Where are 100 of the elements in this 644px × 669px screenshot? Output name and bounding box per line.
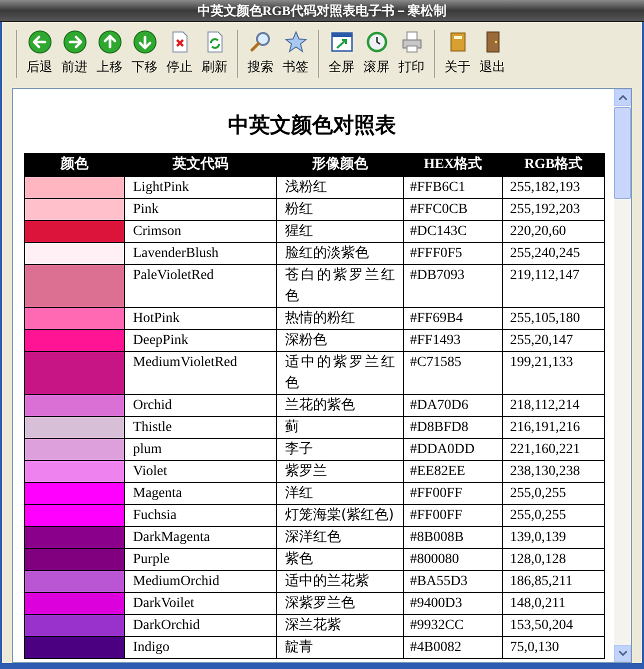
table-cell: #FF00FF	[404, 504, 502, 526]
table-cell: #BA55D3	[404, 570, 502, 592]
table-cell: 255,0,255	[502, 482, 604, 504]
column-header: RGB格式	[502, 153, 604, 176]
table-cell: PaleVioletRed	[124, 264, 276, 307]
toolbar-button[interactable]: 前进	[57, 30, 92, 77]
toolbar-button[interactable]: 书签	[278, 30, 313, 77]
column-header: 英文代码	[124, 153, 276, 176]
table-cell: LavenderBlush	[124, 242, 276, 264]
scroll-down-button[interactable]	[614, 645, 631, 662]
table-cell: 255,240,245	[502, 242, 604, 264]
toolbar-button[interactable]: 搜索	[243, 30, 278, 77]
window-title: 中英文颜色RGB代码对照表电子书－寒松制	[197, 2, 447, 20]
table-cell: 255,20,147	[502, 329, 604, 351]
table-cell: #C71585	[404, 351, 502, 394]
table-cell: #DDA0DD	[404, 438, 502, 460]
toolbar-button[interactable]: 后退	[22, 30, 57, 77]
star-icon	[284, 30, 308, 54]
table-cell: #FF69B4	[404, 307, 502, 329]
table-cell: 153,50,204	[502, 614, 604, 636]
table-cell: 热情的粉红	[276, 307, 404, 329]
table-cell: Crimson	[124, 220, 276, 242]
table-cell: 218,112,214	[502, 394, 604, 416]
table-cell: Fuchsia	[124, 504, 276, 526]
toolbar-button[interactable]: 刷新	[197, 30, 232, 77]
table-cell: DarkOrchid	[124, 614, 276, 636]
table-cell: Thistle	[124, 416, 276, 438]
column-header: 形像颜色	[276, 153, 404, 176]
column-header: 颜色	[24, 153, 124, 176]
table-cell: DeepPink	[124, 329, 276, 351]
column-header: HEX格式	[404, 153, 502, 176]
table-cell: 128,0,128	[502, 548, 604, 570]
table-cell: 粉红	[276, 198, 404, 220]
table-cell: LightPink	[124, 176, 276, 198]
table-cell: #9932CC	[404, 614, 502, 636]
table-cell: 139,0,139	[502, 526, 604, 548]
table-cell: #FFC0CB	[404, 198, 502, 220]
table-cell: 紫色	[276, 548, 404, 570]
toolbar-button[interactable]: 下移	[127, 30, 162, 77]
table-cell: DarkMagenta	[124, 526, 276, 548]
table-cell: 255,192,203	[502, 198, 604, 220]
table-cell: 兰花的紫色	[276, 394, 404, 416]
scroll-thumb[interactable]	[614, 107, 631, 199]
table-cell: 苍白的紫罗兰红色	[276, 264, 404, 307]
table-cell: #DC143C	[404, 220, 502, 242]
table-cell: plum	[124, 438, 276, 460]
table-cell: Indigo	[124, 636, 276, 658]
table-cell: #4B0082	[404, 636, 502, 658]
table-cell: MediumVioletRed	[124, 351, 276, 394]
table-cell: MediumOrchid	[124, 570, 276, 592]
table-cell: 深粉色	[276, 329, 404, 351]
table-cell: 255,182,193	[502, 176, 604, 198]
table-cell: 靛青	[276, 636, 404, 658]
table-cell: #FFB6C1	[404, 176, 502, 198]
table-cell: 脸红的淡紫色	[276, 242, 404, 264]
table-cell: 219,112,147	[502, 264, 604, 307]
page-heading: 中英文颜色对照表	[227, 111, 397, 139]
table-cell: 深紫罗兰色	[276, 592, 404, 614]
table-cell: 紫罗兰	[276, 460, 404, 482]
scroll-up-button[interactable]	[614, 89, 631, 106]
table-cell: 适中的紫罗兰红色	[276, 351, 404, 394]
table-cell: Purple	[124, 548, 276, 570]
table-cell: 洋红	[276, 482, 404, 504]
table-cell: 220,20,60	[502, 220, 604, 242]
table-cell: Violet	[124, 460, 276, 482]
down-caret-icon	[618, 651, 626, 656]
toolbar-button[interactable]: 全屏	[324, 30, 359, 77]
table-cell: 李子	[276, 438, 404, 460]
table-cell: 深洋红色	[276, 526, 404, 548]
table-cell: 浅粉红	[276, 176, 404, 198]
table-cell: #DB7093	[404, 264, 502, 307]
search-icon	[248, 30, 272, 54]
up-caret-icon	[618, 95, 626, 100]
table-cell: Orchid	[124, 394, 276, 416]
table-cell: HotPink	[124, 307, 276, 329]
table-cell: #800080	[404, 548, 502, 570]
printer-icon	[400, 30, 424, 54]
table-cell: Magenta	[124, 482, 276, 504]
table-cell: 蓟	[276, 416, 404, 438]
toolbar-button[interactable]: 停止	[162, 30, 197, 77]
table-cell: #DA70D6	[404, 394, 502, 416]
table-cell: DarkVoilet	[124, 592, 276, 614]
table-cell: #FFF0F5	[404, 242, 502, 264]
table-cell: 75,0,130	[502, 636, 604, 658]
table-cell: 猩红	[276, 220, 404, 242]
scrollbar[interactable]	[614, 89, 631, 662]
table-cell: #EE82EE	[404, 460, 502, 482]
table-cell: 238,130,238	[502, 460, 604, 482]
table-cell: 适中的兰花紫	[276, 570, 404, 592]
toolbar-button[interactable]: 关于	[440, 30, 475, 77]
table-cell: 199,21,133	[502, 351, 604, 394]
table-cell: 216,191,216	[502, 416, 604, 438]
table-cell: Pink	[124, 198, 276, 220]
table-cell: #D8BFD8	[404, 416, 502, 438]
table-cell: 255,0,255	[502, 504, 604, 526]
toolbar-button[interactable]: 滚屏	[359, 30, 394, 77]
toolbar-button[interactable]: 退出	[475, 30, 510, 77]
table-cell: #FF1493	[404, 329, 502, 351]
toolbar-button[interactable]: 打印	[394, 30, 429, 77]
toolbar-button[interactable]: 上移	[92, 30, 127, 77]
